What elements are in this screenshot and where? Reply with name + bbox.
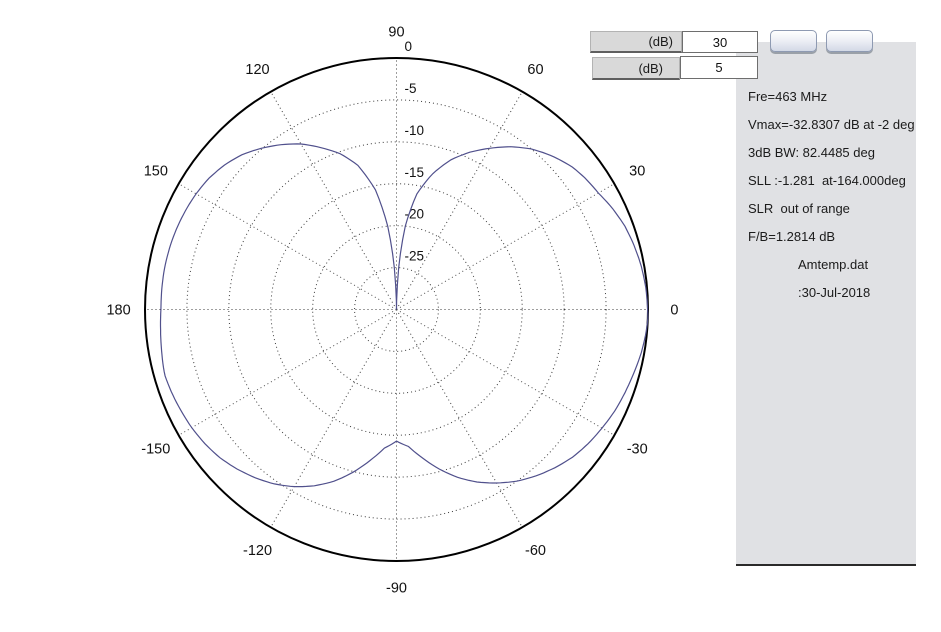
info-fb-ratio: F/B=1.2814 dB <box>748 230 916 243</box>
info-file-name: Amtemp.dat <box>798 258 916 271</box>
info-sll: SLL :-1.281 at-164.000deg <box>748 174 916 187</box>
angle-tick-label: 120 <box>245 62 269 78</box>
db-scale-input[interactable] <box>682 31 758 53</box>
angle-tick-label: 30 <box>629 164 645 180</box>
angle-tick-label: -30 <box>627 442 648 458</box>
app-window: 0 30 60 90 120 150 180 -150 -120 -90 -60 -30 0 -5 -10 -… <box>0 0 941 632</box>
db-step-label: (dB) <box>638 61 679 76</box>
radial-tick-label: -25 <box>405 249 425 264</box>
angle-tick-label: 0 <box>670 303 678 319</box>
info-slr: SLR out of range <box>748 202 916 215</box>
angle-tick-label: 90 <box>388 25 404 41</box>
db-scale-frame: (dB) <box>590 31 682 53</box>
info-frequency: Fre=463 MHz <box>748 90 916 103</box>
radiation-pattern-curve <box>161 144 648 487</box>
db-step-input[interactable] <box>680 56 758 79</box>
info-beamwidth: 3dB BW: 82.4485 deg <box>748 146 916 159</box>
angle-tick-label: 150 <box>144 164 168 180</box>
angle-tick-label: -150 <box>141 442 170 458</box>
radial-tick-label: 0 <box>405 39 413 54</box>
info-vmax: Vmax=-32.8307 dB at -2 deg <box>748 118 916 131</box>
unlabeled-button-2[interactable] <box>826 30 873 52</box>
unlabeled-button-1[interactable] <box>770 30 817 52</box>
angle-tick-label: 60 <box>527 62 543 78</box>
angle-tick-label: -90 <box>386 580 407 596</box>
radial-tick-label: -10 <box>405 123 425 138</box>
radial-tick-label: -5 <box>405 81 417 96</box>
angle-tick-label: -120 <box>243 543 272 559</box>
info-date: :30-Jul-2018 <box>798 286 916 299</box>
db-step-frame: (dB) <box>592 57 680 80</box>
angle-tick-label: 180 <box>106 303 130 319</box>
radial-tick-label: -15 <box>405 165 425 180</box>
angle-tick-label: -60 <box>525 543 546 559</box>
db-scale-label: (dB) <box>648 34 681 49</box>
polar-chart: 0 30 60 90 120 150 180 -150 -120 -90 -60 -30 0 -5 -10 -… <box>0 0 720 632</box>
info-panel: Fre=463 MHz Vmax=-32.8307 dB at -2 deg 3… <box>736 42 916 566</box>
